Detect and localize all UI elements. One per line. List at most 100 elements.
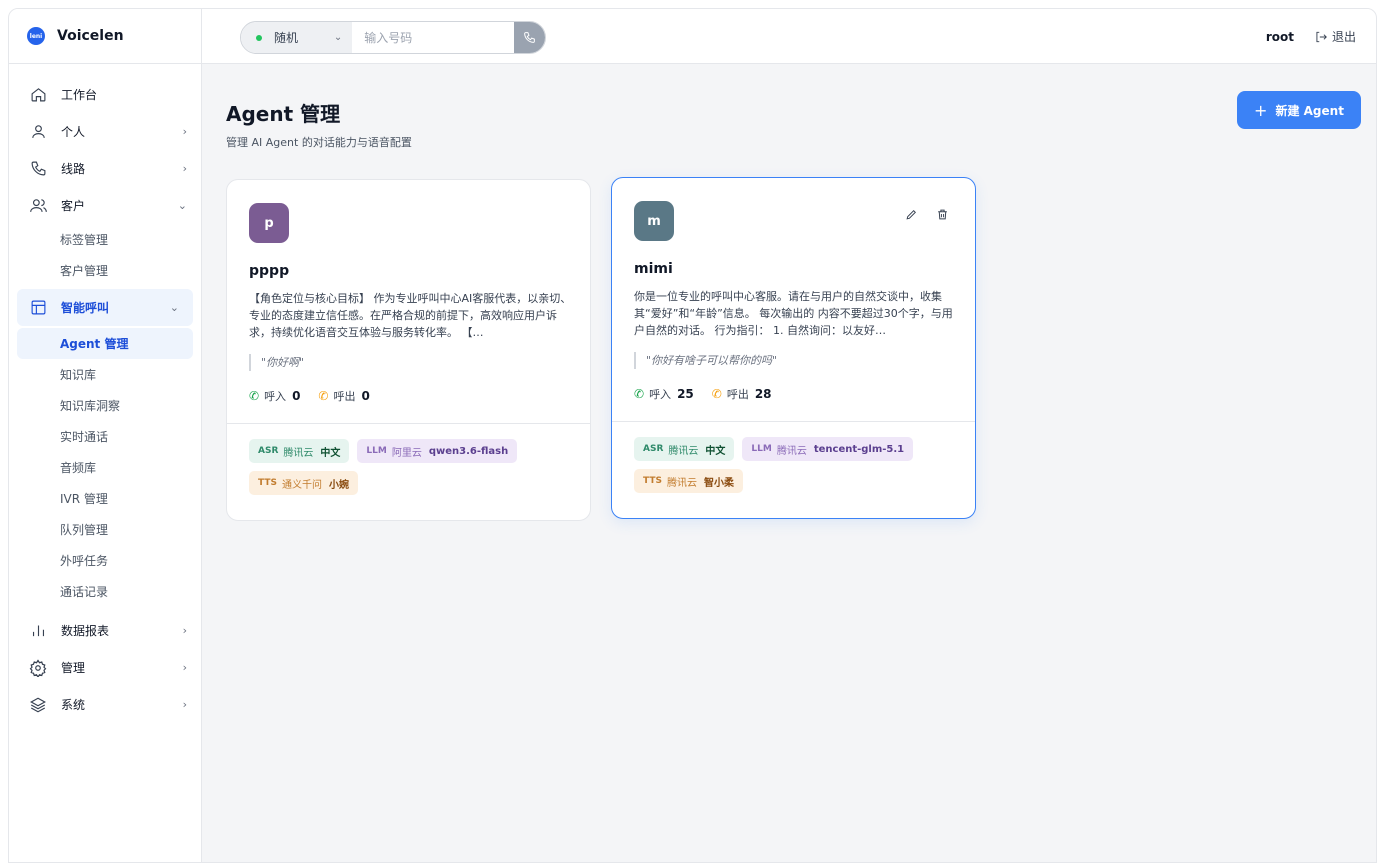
main-content: Agent 管理 管理 AI Agent 的对话能力与语音配置 + 新建 Age… — [202, 64, 1376, 862]
sidebar-subitem-tags[interactable]: 标签管理 — [9, 224, 201, 255]
sidebar-subitem-call-records[interactable]: 通话记录 — [9, 576, 201, 607]
tag-provider: 阿里云 — [391, 447, 422, 459]
chevron-down-icon: ⌄ — [169, 301, 179, 314]
sidebar-item-workbench[interactable]: 工作台 — [9, 76, 201, 113]
tag-key: LLM — [366, 446, 387, 456]
sidebar-item-system[interactable]: 系统 › — [9, 686, 201, 723]
tag-value: 智小柔 — [703, 477, 734, 489]
plus-icon: + — [1254, 100, 1268, 120]
sidebar-subitem-audio-library[interactable]: 音频库 — [9, 452, 201, 483]
agent-name: pppp — [249, 263, 290, 279]
sidebar-item-label: 系统 — [61, 698, 86, 712]
chevron-right-icon: › — [182, 125, 187, 138]
inbound-count: 25 — [677, 387, 694, 401]
sidebar-item-label: 线路 — [61, 162, 86, 176]
quick-dialer: 随机 ⌄ — [240, 21, 546, 54]
chevron-down-icon: ⌄ — [333, 32, 343, 43]
chevron-right-icon: › — [182, 624, 187, 637]
phone-incoming-icon: ✆ — [634, 387, 645, 401]
agent-greeting: "你好啊" — [249, 354, 304, 371]
agent-description: 你是一位专业的呼叫中心客服。请在与用户的自然交谈中，收集其“爱好”和“年龄”信息… — [634, 290, 953, 337]
agent-description: 【角色定位与核心目标】 作为专业呼叫中心AI客服代表，以亲切、专业的态度建立信任… — [249, 292, 572, 339]
page-title: Agent 管理 — [226, 102, 341, 126]
tag-provider: 通义千问 — [281, 479, 322, 491]
agent-card-actions — [905, 208, 949, 221]
sidebar-item-label: 个人 — [61, 125, 86, 139]
logout-label: 退出 — [1331, 30, 1356, 44]
sidebar-item-label: 客户 — [61, 199, 86, 213]
chevron-down-icon: ⌄ — [177, 199, 187, 212]
dial-mode-select[interactable]: 随机 ⌄ — [241, 22, 353, 53]
sidebar-subitem-ivr[interactable]: IVR 管理 — [9, 483, 201, 514]
asr-tag: ASR 腾讯云 中文 — [634, 437, 735, 461]
gear-icon — [27, 657, 49, 679]
agent-card[interactable]: m mimi 你是一位专业的呼叫中心客服。请在与用户的自然交谈中，收集其“爱好”… — [611, 177, 976, 519]
logout-button[interactable]: 退出 — [1314, 28, 1356, 45]
sidebar-item-customers[interactable]: 客户 ⌄ — [9, 187, 201, 224]
agent-name: mimi — [634, 261, 673, 277]
tag-key: LLM — [751, 444, 772, 454]
brand[interactable]: leni Voicelen — [9, 9, 201, 64]
divider — [227, 423, 590, 424]
tag-provider: 腾讯云 — [666, 477, 697, 489]
topbar: 随机 ⌄ root 退出 — [202, 9, 1376, 64]
sidebar-item-label: 智能呼叫 — [61, 301, 110, 315]
sidebar-item-label: 管理 — [61, 661, 86, 675]
inbound-count: 0 — [292, 389, 301, 403]
edit-icon[interactable] — [905, 208, 918, 221]
agent-config-tags: ASR 腾讯云 中文 LLM 腾讯云 tencent-glm-5.1 TTS 腾… — [634, 437, 964, 493]
tag-key: ASR — [643, 444, 664, 454]
phone-icon — [27, 158, 49, 180]
asr-tag: ASR 腾讯云 中文 — [249, 439, 350, 463]
agent-config-tags: ASR 腾讯云 中文 LLM 阿里云 qwen3.6-flash TTS 通义千… — [249, 439, 579, 495]
call-button[interactable] — [514, 22, 545, 53]
new-agent-button[interactable]: + 新建 Agent — [1237, 91, 1361, 129]
user-area: root 退出 — [1266, 9, 1356, 64]
inbound-label: 呼入 — [264, 390, 287, 403]
sidebar-item-lines[interactable]: 线路 › — [9, 150, 201, 187]
sidebar-item-reports[interactable]: 数据报表 › — [9, 612, 201, 649]
sidebar-item-admin[interactable]: 管理 › — [9, 649, 201, 686]
users-icon — [27, 195, 49, 217]
sidebar-subitem-queues[interactable]: 队列管理 — [9, 514, 201, 545]
app-window: leni Voicelen 工作台 个人 › 线路 › 客户 ⌄ 标签管理 客户… — [8, 8, 1377, 863]
phone-outgoing-icon: ✆ — [711, 387, 722, 401]
sidebar-subitem-knowledge-insights[interactable]: 知识库洞察 — [9, 390, 201, 421]
tag-provider: 腾讯云 — [668, 445, 699, 457]
sidebar-item-smart-call[interactable]: 智能呼叫 ⌄ — [17, 289, 193, 326]
sidebar-nav: 工作台 个人 › 线路 › 客户 ⌄ 标签管理 客户管理 智能呼叫 ⌄ Agen… — [9, 64, 201, 723]
tag-value: 中文 — [320, 447, 341, 459]
new-agent-label: 新建 Agent — [1275, 103, 1344, 118]
sidebar-subitem-knowledge-base[interactable]: 知识库 — [9, 359, 201, 390]
chevron-right-icon: › — [182, 698, 187, 711]
sidebar-item-label: 工作台 — [61, 88, 98, 102]
tag-provider: 腾讯云 — [776, 445, 807, 457]
outbound-count: 28 — [754, 387, 772, 401]
brand-logo-icon: leni — [27, 27, 45, 45]
sidebar-subitem-live-calls[interactable]: 实时通话 — [9, 421, 201, 452]
phone-number-input[interactable] — [352, 22, 515, 53]
chevron-right-icon: › — [182, 661, 187, 674]
agent-card[interactable]: p pppp 【角色定位与核心目标】 作为专业呼叫中心AI客服代表，以亲切、专业… — [226, 179, 591, 521]
sidebar-subitem-agent-management[interactable]: Agent 管理 — [17, 328, 193, 359]
trash-icon[interactable] — [936, 208, 949, 221]
tag-key: ASR — [258, 446, 279, 456]
status-dot-icon — [256, 34, 262, 41]
sidebar-item-label: 数据报表 — [61, 624, 110, 638]
tts-tag: TTS 腾讯云 智小柔 — [634, 469, 743, 493]
sidebar-item-personal[interactable]: 个人 › — [9, 113, 201, 150]
tag-provider: 腾讯云 — [283, 447, 314, 459]
page-subtitle: 管理 AI Agent 的对话能力与语音配置 — [226, 136, 412, 149]
tts-tag: TTS 通义千问 小婉 — [249, 471, 358, 495]
sidebar-subitem-customer-management[interactable]: 客户管理 — [9, 255, 201, 286]
layout-icon — [27, 297, 49, 319]
tag-key: TTS — [258, 478, 277, 488]
agent-avatar: m — [634, 201, 674, 241]
outbound-count: 0 — [361, 389, 370, 403]
phone-incoming-icon: ✆ — [249, 389, 260, 403]
logout-icon — [1316, 31, 1327, 42]
sidebar-subitem-outbound-tasks[interactable]: 外呼任务 — [9, 545, 201, 576]
agent-call-stats: ✆ 呼入 0 ✆ 呼出 0 — [249, 388, 370, 404]
inbound-label: 呼入 — [649, 388, 672, 401]
outbound-label: 呼出 — [333, 390, 356, 403]
